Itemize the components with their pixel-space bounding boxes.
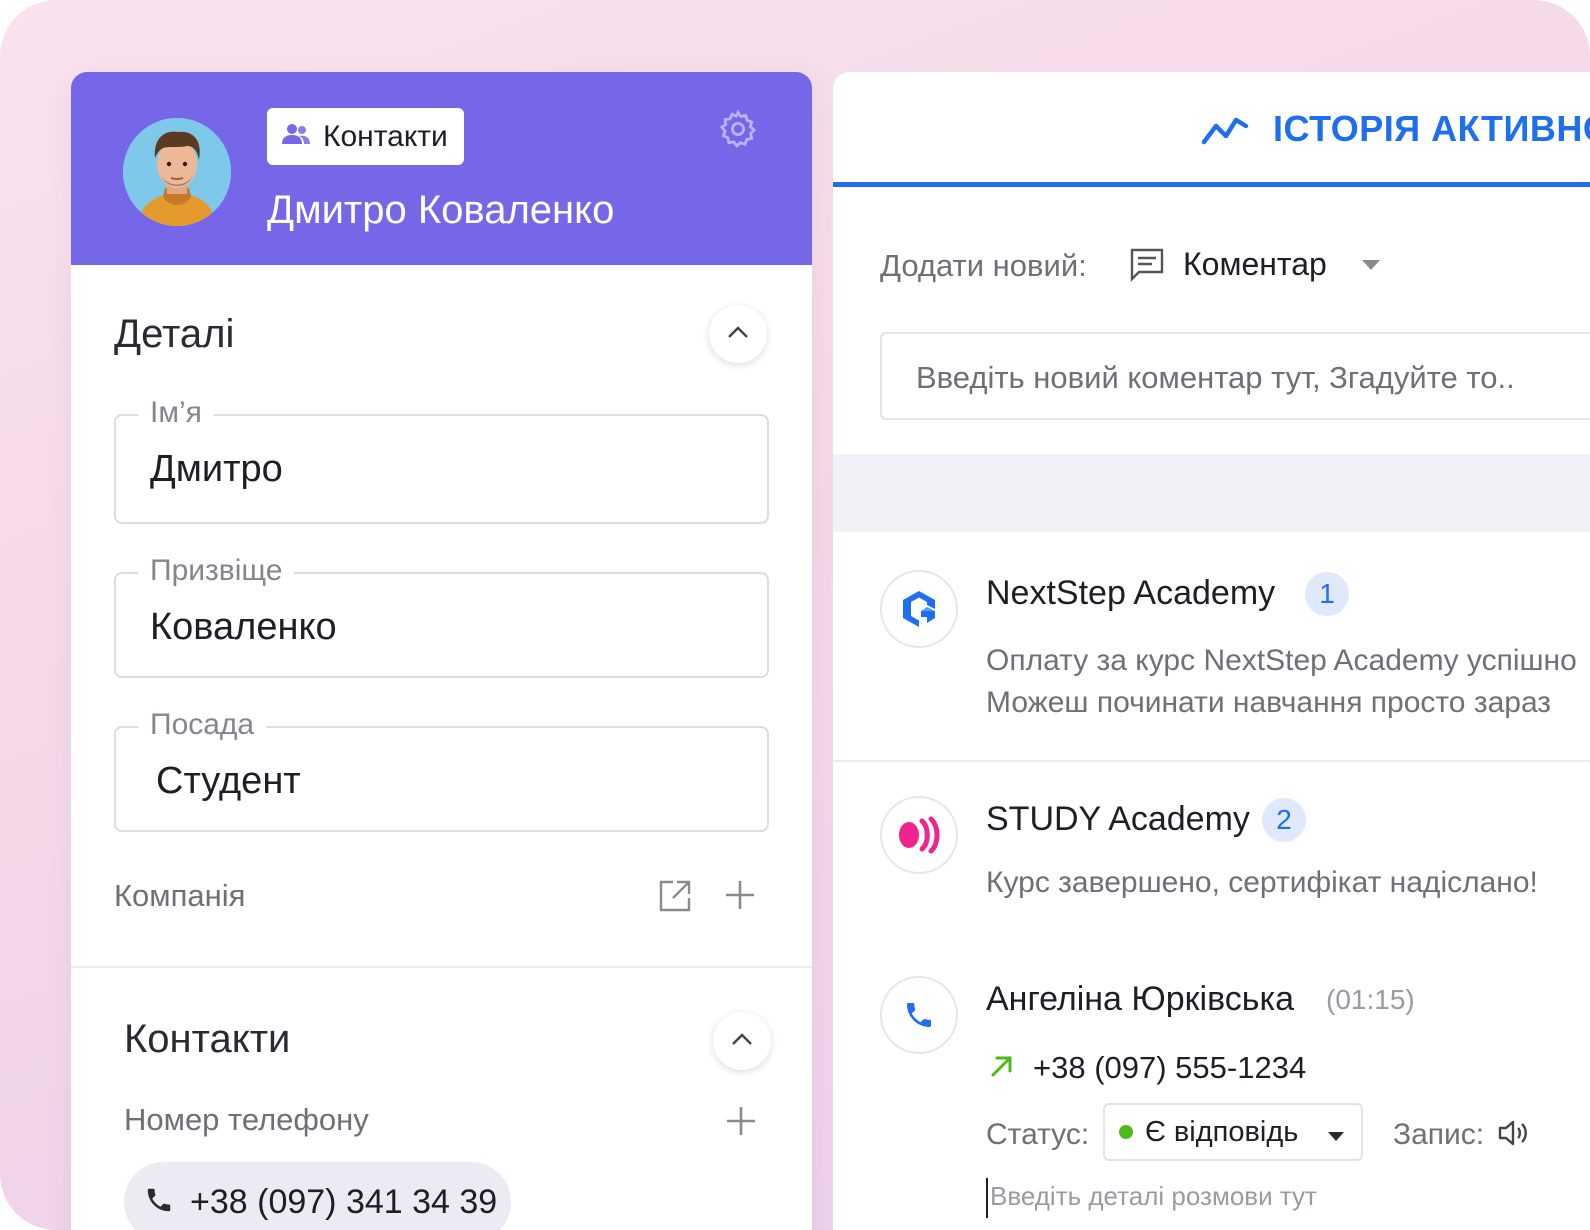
add-company-icon[interactable] bbox=[723, 878, 757, 917]
call-status-select[interactable]: Є відповідь bbox=[1103, 1103, 1363, 1161]
call-status-label: Статус: bbox=[986, 1118, 1090, 1151]
feed-item-text: Можеш починати навчання просто зараз bbox=[986, 686, 1552, 719]
outgoing-arrow-icon bbox=[988, 1052, 1016, 1085]
first-name-field[interactable]: Ім’я Дмитро bbox=[114, 396, 769, 524]
feed-item-count-badge: 2 bbox=[1262, 798, 1306, 842]
last-name-value: Коваленко bbox=[150, 606, 337, 648]
contact-header: Контакти Дмитро Коваленко bbox=[71, 72, 812, 265]
contacts-badge[interactable]: Контакти bbox=[267, 108, 464, 165]
call-phone-number: +38 (097) 555-1234 bbox=[1033, 1050, 1307, 1085]
call-icon bbox=[880, 976, 958, 1054]
last-name-label: Призвіще bbox=[138, 554, 295, 588]
comment-icon bbox=[1129, 246, 1165, 287]
caret-down-icon bbox=[1327, 1129, 1345, 1147]
contacts-badge-label: Контакти bbox=[323, 119, 448, 153]
contact-card: Контакти Дмитро Коваленко Деталі Ім’я Дм… bbox=[71, 72, 812, 1230]
first-name-label: Ім’я bbox=[138, 396, 214, 430]
section-divider bbox=[71, 966, 812, 968]
status-dot-icon bbox=[1119, 1125, 1133, 1139]
call-duration: (01:15) bbox=[1326, 984, 1415, 1015]
activity-card: ІСТОРІЯ АКТИВНОСТІ Додати новий: Комента… bbox=[833, 72, 1590, 1230]
add-type-select[interactable]: Коментар bbox=[1183, 246, 1327, 283]
gear-icon[interactable] bbox=[717, 108, 759, 150]
external-link-icon[interactable] bbox=[657, 878, 693, 919]
feed-separator-band bbox=[833, 454, 1590, 532]
phone-chip[interactable]: +38 (097) 341 34 39 bbox=[124, 1162, 511, 1230]
call-contact-name[interactable]: Ангеліна Юрківська bbox=[986, 980, 1294, 1019]
speaker-icon[interactable] bbox=[1497, 1118, 1529, 1153]
feed-item-title[interactable]: NextStep Academy bbox=[986, 574, 1275, 613]
comment-placeholder: Введіть новий коментар тут, Згадуйте то.… bbox=[916, 360, 1515, 395]
avatar[interactable] bbox=[123, 118, 231, 226]
phone-value: +38 (097) 341 34 39 bbox=[190, 1182, 498, 1221]
chevron-up-icon bbox=[731, 1032, 753, 1051]
study-logo-icon bbox=[880, 796, 958, 874]
call-record-label: Запис: bbox=[1393, 1118, 1485, 1151]
caret-down-icon[interactable] bbox=[1361, 258, 1381, 276]
first-name-value: Дмитро bbox=[150, 448, 283, 490]
feed-divider bbox=[833, 760, 1590, 762]
details-title: Деталі bbox=[114, 312, 235, 356]
add-new-label: Додати новий: bbox=[880, 248, 1087, 283]
add-phone-icon[interactable] bbox=[724, 1104, 758, 1143]
position-label: Посада bbox=[138, 708, 267, 742]
contacts-collapse-button[interactable] bbox=[713, 1012, 771, 1070]
call-details-input[interactable]: Введіть деталі розмови тут bbox=[986, 1178, 1546, 1218]
last-name-field[interactable]: Призвіще Коваленко bbox=[114, 554, 769, 678]
position-field[interactable]: Посада Студент bbox=[114, 708, 769, 832]
nextstep-logo-icon bbox=[880, 570, 958, 648]
company-label: Компанія bbox=[114, 878, 246, 913]
activity-trend-icon bbox=[1201, 110, 1249, 153]
contact-full-name: Дмитро Коваленко bbox=[267, 188, 615, 232]
chevron-up-icon bbox=[727, 325, 749, 344]
position-value: Студент bbox=[156, 760, 301, 802]
feed-item-text: Оплату за курс NextStep Academy успішно bbox=[986, 644, 1577, 677]
phone-number-label: Номер телефону bbox=[124, 1102, 369, 1137]
feed-item-text: Курс завершено, сертифікат надіслано! bbox=[986, 866, 1538, 899]
users-icon bbox=[281, 122, 311, 151]
tab-activity-history[interactable]: ІСТОРІЯ АКТИВНОСТІ bbox=[1273, 108, 1590, 150]
contacts-section-title: Контакти bbox=[124, 1017, 291, 1061]
page-background: Контакти Дмитро Коваленко Деталі Ім’я Дм… bbox=[0, 0, 1590, 1230]
details-collapse-button[interactable] bbox=[709, 305, 767, 363]
tab-active-indicator bbox=[833, 182, 1590, 187]
feed-item-count-badge: 1 bbox=[1305, 572, 1349, 616]
phone-icon bbox=[144, 1185, 174, 1220]
feed-item-title[interactable]: STUDY Academy bbox=[986, 800, 1250, 839]
call-status-value: Є відповідь bbox=[1145, 1115, 1299, 1148]
new-comment-input[interactable]: Введіть новий коментар тут, Згадуйте то.… bbox=[880, 332, 1590, 420]
